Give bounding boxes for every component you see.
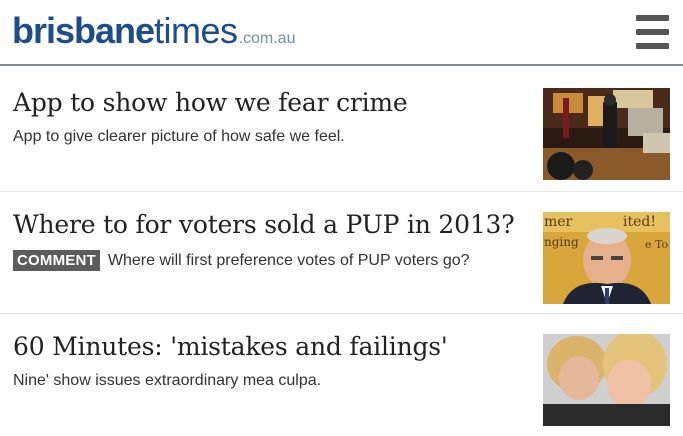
hamburger-menu-icon[interactable] <box>632 12 672 52</box>
story-thumbnail[interactable] <box>543 334 670 426</box>
crime-scene-night-photo <box>543 88 670 180</box>
logo-times: times <box>154 10 238 51</box>
logo-domain: .com.au <box>238 30 296 47</box>
story-headline[interactable]: Where to for voters sold a PUP in 2013? <box>13 210 533 239</box>
thumb-text-2: ited! <box>623 214 656 230</box>
story-thumbnail[interactable] <box>543 88 670 180</box>
thumb-text-4: e To <box>645 238 668 251</box>
thumb-text-3: nging <box>544 235 579 249</box>
logo-brand: brisbane <box>12 10 155 51</box>
story-thumbnail[interactable]: mer ited! nging e To <box>543 212 670 304</box>
site-logo[interactable]: brisbanetimes.com.au <box>12 13 295 49</box>
story-headline[interactable]: 60 Minutes: 'mistakes and failings' <box>13 332 533 361</box>
story-summary: Nine' show issues extraordinary mea culp… <box>13 372 322 389</box>
story-item[interactable]: 60 Minutes: 'mistakes and failings' Nine… <box>0 314 683 436</box>
story-summary: COMMENT Where will first preference votes… <box>13 250 533 271</box>
site-header: brisbanetimes.com.au <box>0 0 683 66</box>
thumb-text-1: mer <box>544 214 573 230</box>
politician-portrait-photo: mer ited! nging e To <box>543 212 670 304</box>
story-item[interactable]: Where to for voters sold a PUP in 2013? … <box>0 192 683 314</box>
story-summary: App to give clearer picture of how safe … <box>13 128 345 145</box>
story-summary-text: Where will first preference votes of PUP… <box>107 252 470 269</box>
two-women-embracing-photo <box>543 334 670 426</box>
story-item[interactable]: App to show how we fear crime App to giv… <box>0 70 683 192</box>
comment-badge: COMMENT <box>13 250 100 271</box>
story-headline[interactable]: App to show how we fear crime <box>13 88 533 117</box>
